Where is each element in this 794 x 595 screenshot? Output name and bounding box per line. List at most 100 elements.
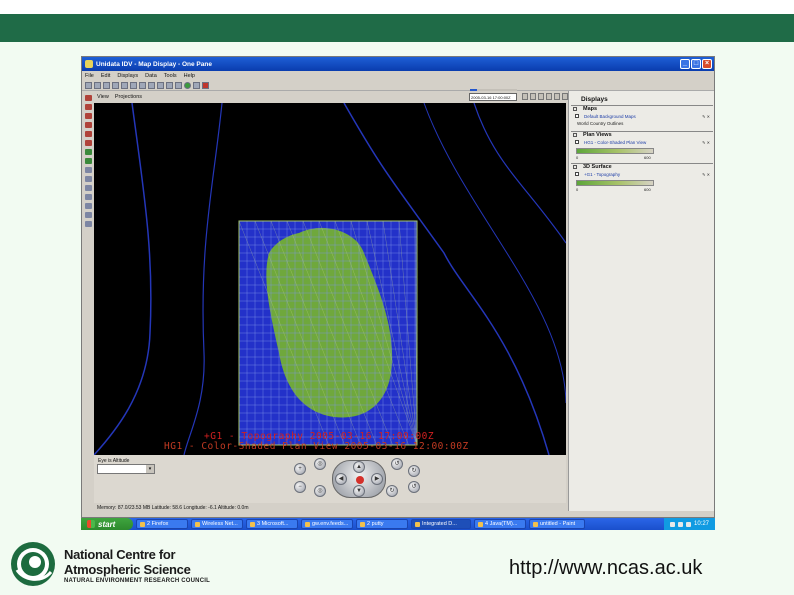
start-button[interactable]: start [81,518,133,530]
altitude-select[interactable]: ▾ [97,464,155,474]
play-back-icon[interactable] [538,93,544,100]
taskbar-item-java[interactable]: 4 Java(TM)... [474,519,526,529]
rotate-down-icon[interactable]: ↻ [386,485,398,497]
step-forward-icon[interactable] [554,93,560,100]
task-label: 2 Firefox [147,521,169,527]
section-plan-views[interactable]: Plan Views [571,131,713,138]
time-dropdown-arrow-icon[interactable] [522,93,528,100]
rotate-up-icon[interactable]: ↺ [408,481,420,493]
menu-tools[interactable]: Tools [164,73,177,79]
close-icon[interactable]: × [702,59,712,69]
view-east-icon[interactable] [84,203,92,209]
toolbar-bundle-icon[interactable] [166,81,173,89]
country-outline [94,103,152,455]
display-item-plan-view[interactable]: HG1 - Color-Shaded Plan View [575,140,646,145]
section-3d-surface[interactable]: 3D Surface [571,163,713,170]
reset-icon[interactable] [84,140,92,146]
display-item-tools-icon[interactable]: ✎ ✕ [702,172,710,177]
view-west-icon[interactable] [84,212,92,218]
website-url[interactable]: http://www.ncas.ac.uk [509,557,702,580]
section-toggle-icon[interactable] [573,165,577,169]
slide-header-bar [0,14,794,42]
taskbar-item-firefox[interactable]: 2 Firefox [136,519,188,529]
tilt-up-icon[interactable]: ◎ [314,458,326,470]
display-item-topography[interactable]: +G1 - Topography [575,172,620,177]
minimize-icon[interactable]: _ [680,59,690,69]
zoom-out-nav-icon[interactable]: − [294,481,306,493]
toolbar-save-icon[interactable] [103,81,110,89]
display-item-tools-icon[interactable]: ✎ ✕ [702,114,710,119]
taskbar-item-paint[interactable]: untitled - Paint [529,519,585,529]
section-toggle-icon[interactable] [573,107,577,111]
pan-icon[interactable] [84,131,92,137]
time-select[interactable]: 2005-03-16 17:00:00Z [469,93,517,101]
view-south-icon[interactable] [84,194,92,200]
map-display[interactable]: +G1 - Topography 2005-03-16 17:00:00Z HG… [94,103,566,455]
toolbar-view-icon[interactable] [148,81,155,89]
firefox-icon [140,521,145,527]
toolbar-grid-icon[interactable] [139,81,146,89]
taskbar-item-microsoft[interactable]: 3 Microsoft... [246,519,298,529]
step-back-icon[interactable] [530,93,536,100]
colorbar-topography [576,180,654,186]
taskbar-item-putty[interactable]: 2 putty [356,519,408,529]
visibility-checkbox[interactable] [575,114,579,118]
menu-help[interactable]: Help [184,73,195,79]
menu-file[interactable]: File [85,73,94,79]
visibility-checkbox[interactable] [575,172,579,176]
rotate-icon[interactable] [84,122,92,128]
menu-edit[interactable]: Edit [101,73,110,79]
visibility-checkbox[interactable] [575,140,579,144]
projections-menu[interactable]: Projections [115,94,142,100]
play-icon[interactable] [546,93,552,100]
clock[interactable]: 10:27 [694,521,709,527]
window-title: Unidata IDV - Map Display - One Pane [96,60,212,68]
section-maps[interactable]: Maps [571,105,713,112]
pan-left-icon[interactable]: ◀ [335,473,347,485]
view-bottom-icon[interactable] [84,176,92,182]
toolbar-layout-icon[interactable] [130,81,137,89]
tilt-down-icon[interactable]: ◎ [314,485,326,497]
perspective-icon[interactable] [84,221,92,227]
toolbar-data-icon[interactable] [112,81,119,89]
display-item-background-maps[interactable]: Default Background Maps [575,114,636,119]
zoom-in-icon[interactable] [84,104,92,110]
tray-icon[interactable] [677,521,683,527]
menu-displays[interactable]: Displays [117,73,138,79]
taskbar-item-idv[interactable]: Integrated D... [411,519,471,529]
pan-down-icon[interactable]: ▼ [353,485,365,497]
home-view-icon[interactable] [84,95,92,101]
taskbar-item-wireless[interactable]: Wireless Net... [191,519,243,529]
tray-icon[interactable] [685,521,691,527]
toolbar-globe-icon[interactable] [184,81,191,89]
display-item-tools-icon[interactable]: ✎ ✕ [702,140,710,145]
toolbar-history-icon[interactable] [175,81,182,89]
section-toggle-icon[interactable] [573,133,577,137]
rotate-left-icon[interactable]: ↺ [391,458,403,470]
maximize-icon[interactable]: □ [691,59,701,69]
map-canvas[interactable] [94,103,566,455]
record-icon[interactable] [84,158,92,164]
zoom-in-nav-icon[interactable]: + [294,463,306,475]
toolbar-settings-icon[interactable] [193,81,200,89]
tray-icon[interactable] [669,521,675,527]
window-titlebar[interactable]: Unidata IDV - Map Display - One Pane _ □… [82,57,714,71]
chevron-down-icon[interactable]: ▾ [146,465,154,473]
zoom-out-icon[interactable] [84,113,92,119]
toolbar-edit-icon[interactable] [157,81,164,89]
pan-right-icon[interactable]: ▶ [371,473,383,485]
view-top-icon[interactable] [84,167,92,173]
toolbar-open-icon[interactable] [94,81,101,89]
reset-center-icon[interactable] [356,476,364,484]
toolbar-new-icon[interactable] [85,81,92,89]
pan-up-icon[interactable]: ▲ [353,461,365,473]
globe-view-icon[interactable] [84,149,92,155]
view-north-icon[interactable] [84,185,92,191]
toolbar-display-icon[interactable] [121,81,128,89]
taskbar-item-feeds[interactable]: gw.env.feeds... [301,519,353,529]
view-menu[interactable]: View [97,94,109,100]
menu-data[interactable]: Data [145,73,157,79]
rotate-right-icon[interactable]: ↻ [408,465,420,477]
display-item-country-outlines[interactable]: World Country Outlines [575,121,623,126]
toolbar-remove-icon[interactable] [202,81,209,89]
